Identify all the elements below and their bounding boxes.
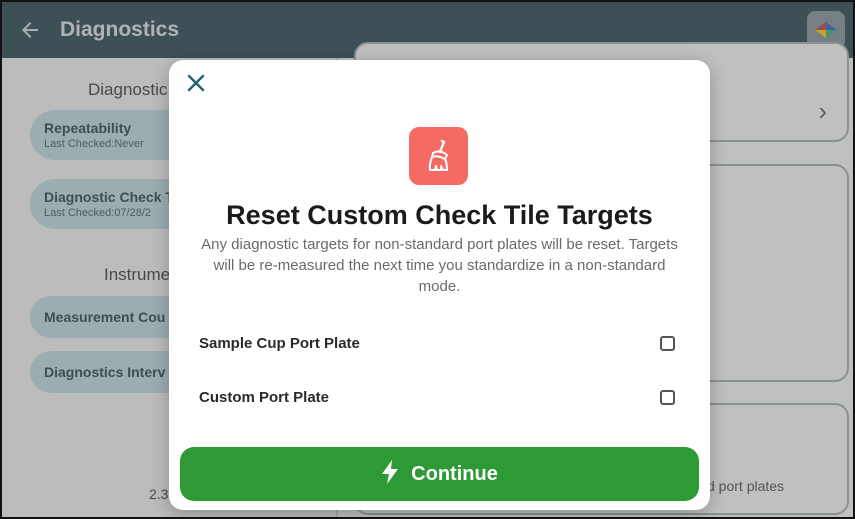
- broom-icon: [409, 127, 468, 185]
- lightning-icon: [381, 459, 399, 489]
- app-window: Diagnostics Diagnostic Repeatability Las…: [0, 0, 855, 519]
- checkbox[interactable]: [660, 389, 675, 405]
- continue-label: Continue: [411, 462, 498, 485]
- option-custom-port-plate[interactable]: Custom Port Plate: [199, 385, 675, 409]
- reset-targets-dialog: Reset Custom Check Tile Targets Any diag…: [169, 60, 710, 510]
- continue-button[interactable]: Continue: [180, 447, 699, 501]
- option-sample-cup-port-plate[interactable]: Sample Cup Port Plate: [199, 331, 675, 355]
- close-icon[interactable]: [183, 72, 209, 98]
- checkbox[interactable]: [660, 335, 675, 351]
- option-label: Sample Cup Port Plate: [199, 334, 360, 352]
- dim-overlay-top: [2, 2, 853, 58]
- option-label: Custom Port Plate: [199, 388, 330, 406]
- dialog-title: Reset Custom Check Tile Targets: [226, 200, 653, 230]
- dialog-description: Any diagnostic targets for non-standard …: [201, 236, 678, 295]
